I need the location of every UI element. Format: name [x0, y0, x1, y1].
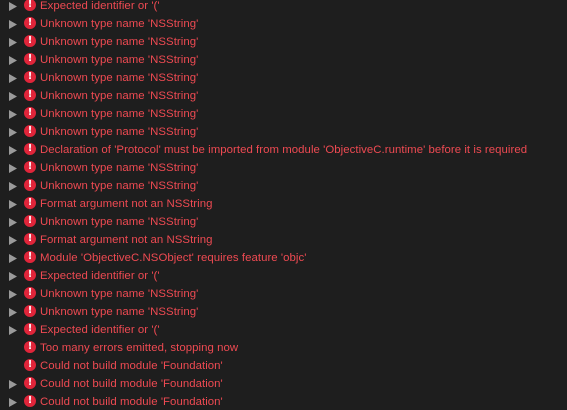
error-icon: ! [24, 71, 36, 83]
issue-message: Unknown type name 'NSString' [40, 126, 199, 138]
issue-row[interactable]: ! Could not build module 'Foundation' [0, 393, 567, 410]
error-icon: ! [24, 107, 36, 119]
issue-message: Could not build module 'Foundation' [40, 396, 223, 408]
issue-message: Unknown type name 'NSString' [40, 108, 199, 120]
issue-message: Unknown type name 'NSString' [40, 72, 199, 84]
issue-row[interactable]: ! Unknown type name 'NSString' [0, 51, 567, 69]
issue-row[interactable]: ! Unknown type name 'NSString' [0, 285, 567, 303]
disclosure-triangle-icon[interactable] [8, 19, 18, 29]
error-icon: ! [24, 0, 36, 11]
disclosure-triangle-icon[interactable] [8, 127, 18, 137]
issue-message: Unknown type name 'NSString' [40, 162, 199, 174]
issue-message: Expected identifier or '(' [40, 0, 160, 12]
disclosure-triangle-icon[interactable] [8, 199, 18, 209]
issue-row[interactable]: ! Unknown type name 'NSString' [0, 105, 567, 123]
error-icon: ! [24, 233, 36, 245]
issue-message: Too many errors emitted, stopping now [40, 342, 239, 354]
error-icon: ! [24, 323, 36, 335]
error-icon: ! [24, 305, 36, 317]
issue-row[interactable]: ! Declaration of 'Protocol' must be impor… [0, 141, 567, 159]
issue-row[interactable]: ! Expected identifier or '(' [0, 0, 567, 15]
disclosure-triangle-icon[interactable] [8, 109, 18, 119]
issue-row[interactable]: ! Unknown type name 'NSString' [0, 159, 567, 177]
issue-message: Unknown type name 'NSString' [40, 90, 199, 102]
error-icon: ! [24, 53, 36, 65]
issue-message: Unknown type name 'NSString' [40, 288, 199, 300]
error-icon: ! [24, 143, 36, 155]
issue-row[interactable]: ! Unknown type name 'NSString' [0, 213, 567, 231]
issue-message: Unknown type name 'NSString' [40, 36, 199, 48]
error-icon: ! [24, 35, 36, 47]
disclosure-triangle-icon[interactable] [8, 307, 18, 317]
disclosure-triangle-icon[interactable] [8, 181, 18, 191]
issue-message: Unknown type name 'NSString' [40, 18, 199, 30]
issue-row[interactable]: ! Unknown type name 'NSString' [0, 69, 567, 87]
disclosure-triangle-icon[interactable] [8, 325, 18, 335]
disclosure-triangle-icon[interactable] [8, 217, 18, 227]
error-icon: ! [24, 89, 36, 101]
issue-message: Unknown type name 'NSString' [40, 216, 199, 228]
error-icon: ! [24, 197, 36, 209]
issue-row[interactable]: ! Expected identifier or '(' [0, 267, 567, 285]
error-icon: ! [24, 377, 36, 389]
disclosure-triangle-icon[interactable] [8, 379, 18, 389]
issue-message: Module 'ObjectiveC.NSObject' requires fe… [40, 252, 307, 264]
disclosure-triangle-icon[interactable] [8, 397, 18, 407]
issue-row[interactable]: ! Too many errors emitted, stopping now [0, 339, 567, 357]
error-icon: ! [24, 215, 36, 227]
disclosure-triangle-icon[interactable] [8, 163, 18, 173]
issue-message: Expected identifier or '(' [40, 270, 160, 282]
issue-message: Declaration of 'Protocol' must be import… [40, 144, 528, 156]
issue-message: Unknown type name 'NSString' [40, 180, 199, 192]
error-icon: ! [24, 359, 36, 371]
issue-row[interactable]: ! Unknown type name 'NSString' [0, 15, 567, 33]
issue-message: Format argument not an NSString [40, 234, 213, 246]
disclosure-triangle-icon[interactable] [8, 55, 18, 65]
error-icon: ! [24, 341, 36, 353]
issue-row[interactable]: ! Could not build module 'Foundation' [0, 375, 567, 393]
error-icon: ! [24, 251, 36, 263]
error-icon: ! [24, 125, 36, 137]
disclosure-triangle-icon[interactable] [8, 1, 18, 11]
issue-row[interactable]: ! Format argument not an NSString [0, 195, 567, 213]
error-icon: ! [24, 287, 36, 299]
error-icon: ! [24, 179, 36, 191]
disclosure-triangle-icon[interactable] [8, 37, 18, 47]
disclosure-triangle-icon[interactable] [8, 91, 18, 101]
issue-row[interactable]: ! Format argument not an NSString [0, 231, 567, 249]
disclosure-triangle-icon[interactable] [8, 271, 18, 281]
error-icon: ! [24, 269, 36, 281]
issue-row[interactable]: ! Unknown type name 'NSString' [0, 177, 567, 195]
issue-row[interactable]: ! Unknown type name 'NSString' [0, 87, 567, 105]
error-icon: ! [24, 17, 36, 29]
issue-row[interactable]: ! Unknown type name 'NSString' [0, 303, 567, 321]
issue-row[interactable]: ! Expected identifier or '(' [0, 321, 567, 339]
issue-row[interactable]: ! Unknown type name 'NSString' [0, 123, 567, 141]
issue-message: Unknown type name 'NSString' [40, 306, 199, 318]
issue-row[interactable]: ! Module 'ObjectiveC.NSObject' requires f… [0, 249, 567, 267]
disclosure-triangle-icon[interactable] [8, 235, 18, 245]
error-icon: ! [24, 395, 36, 407]
issue-message: Expected identifier or '(' [40, 324, 160, 336]
issue-message: Could not build module 'Foundation' [40, 360, 223, 372]
error-icon: ! [24, 161, 36, 173]
issue-message: Unknown type name 'NSString' [40, 54, 199, 66]
issue-message: Could not build module 'Foundation' [40, 378, 223, 390]
disclosure-triangle-icon[interactable] [8, 253, 18, 263]
issue-list[interactable]: ! Expected identifier or '('! Unknown type… [0, 0, 567, 410]
disclosure-triangle-icon[interactable] [8, 73, 18, 83]
issue-message: Format argument not an NSString [40, 198, 213, 210]
disclosure-triangle-icon[interactable] [8, 289, 18, 299]
issue-row[interactable]: ! Could not build module 'Foundation' [0, 357, 567, 375]
issue-row[interactable]: ! Unknown type name 'NSString' [0, 33, 567, 51]
disclosure-triangle-icon[interactable] [8, 145, 18, 155]
